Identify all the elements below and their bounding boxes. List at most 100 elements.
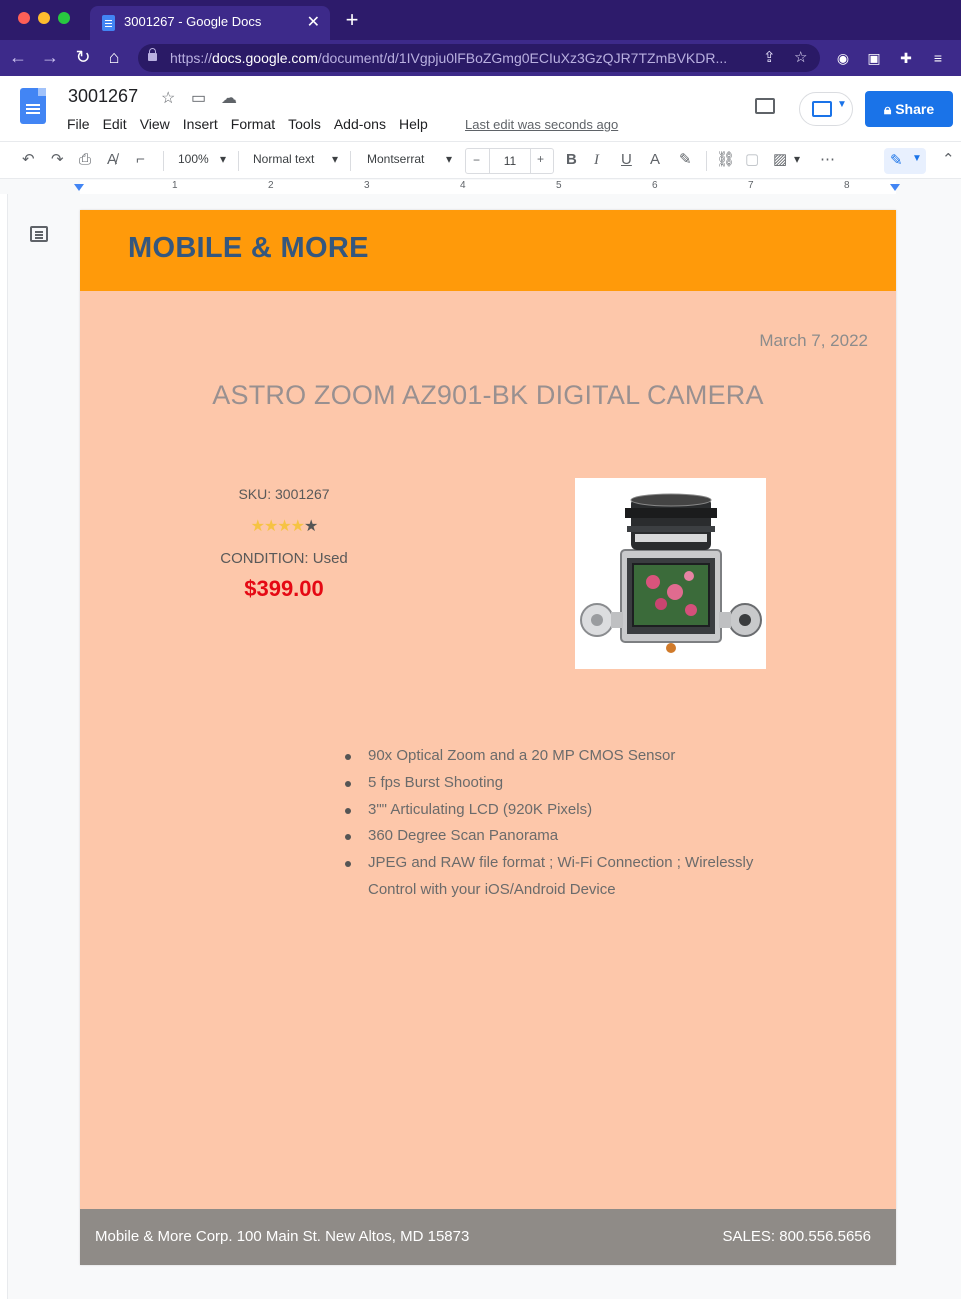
spellcheck-icon[interactable]: A̸ [107,150,117,170]
list-item: 3"" Articulating LCD (920K Pixels) [343,797,803,824]
list-item: 360 Degree Scan Panorama [343,823,803,850]
redo-icon[interactable]: ↷ [51,150,64,170]
star-rating: ★★★★★ [184,516,384,536]
extensions-puzzle-icon[interactable]: ✚ [896,48,916,68]
url-text: https://docs.google.com/document/d/1IVgp… [170,50,728,66]
chevron-down-icon: ▼ [912,153,922,164]
more-options-icon[interactable]: ⋯ [820,150,835,170]
vertical-ruler [0,194,8,1299]
horizontal-ruler: 1 2 3 4 5 6 7 8 [0,180,961,194]
font-select[interactable]: Montserrat [367,152,424,166]
font-size-input[interactable]: 11 [489,149,531,173]
present-icon [812,101,832,117]
menu-format[interactable]: Format [231,116,275,132]
url-field[interactable]: https://docs.google.com/document/d/1IVgp… [138,44,820,72]
comment-add-icon[interactable]: ▢ [745,150,759,170]
undo-icon[interactable]: ↶ [22,150,35,170]
editing-mode-button[interactable]: ✎ ▼ [884,148,926,174]
google-docs-logo-icon[interactable] [20,88,46,124]
close-window-button[interactable] [18,12,30,24]
docs-header: 3001267 ☆ ▭ ☁ File Edit View Insert Form… [0,76,961,141]
menu-bar: File Edit View Insert Format Tools Add-o… [67,116,441,132]
text-color-icon[interactable]: A [650,150,660,170]
lock-icon: 🔒︎ [883,101,896,117]
ruler-number: 5 [556,180,562,191]
chevron-down-icon: ▾ [220,152,227,166]
ruler-number: 3 [364,180,370,191]
italic-icon[interactable]: I [594,150,599,170]
new-tab-button[interactable]: + [340,6,364,34]
bookmark-star-icon[interactable]: ☆ [794,48,807,66]
menu-help[interactable]: Help [399,116,428,132]
chevron-down-icon: ▾ [332,152,339,166]
pencil-icon: ✎ [890,152,903,169]
last-edit-link[interactable]: Last edit was seconds ago [465,117,618,132]
document-outline-icon[interactable] [30,226,48,242]
image-icon[interactable]: ▨ [773,150,787,170]
ruler-number: 4 [460,180,466,191]
ruler-number: 2 [268,180,274,191]
present-button[interactable]: ▼ [799,92,853,126]
sku-text: SKU: 3001267 [238,486,330,502]
menu-add-ons[interactable]: Add-ons [334,116,386,132]
underline-icon[interactable]: U [621,150,632,170]
brand-heading: MOBILE & MORE [128,232,369,264]
ruler-number: 1 [172,180,178,191]
reload-icon[interactable]: ↻ [72,46,94,68]
document-title[interactable]: 3001267 [68,86,138,107]
minimize-window-button[interactable] [38,12,50,24]
move-folder-icon[interactable]: ▭ [191,88,206,108]
feature-list: 90x Optical Zoom and a 20 MP CMOS Sensor… [343,743,803,904]
condition-text: CONDITION: Used [220,550,348,567]
chevron-down-icon: ▾ [794,152,801,166]
hide-menus-chevron-up-icon[interactable]: ⌃ [942,150,955,170]
document-page[interactable]: MOBILE & MORE March 7, 2022 ASTRO ZOOM A… [80,210,896,1265]
maximize-window-button[interactable] [58,12,70,24]
menu-insert[interactable]: Insert [183,116,218,132]
browser-tab-bar: 3001267 - Google Docs ✕ + [0,0,961,40]
extension-grammarly-icon[interactable]: ◉ [833,48,853,68]
comments-icon[interactable] [755,98,775,114]
share-button[interactable]: 🔒︎ Share [865,91,953,127]
star-icon[interactable]: ☆ [161,88,175,108]
cloud-saved-icon[interactable]: ☁ [221,88,237,108]
page-footer-band: Mobile & More Corp. 100 Main St. New Alt… [80,1209,896,1265]
list-item: JPEG and RAW file format ; Wi-Fi Connect… [343,850,803,904]
menu-edit[interactable]: Edit [103,116,127,132]
zoom-select[interactable]: 100% [178,152,209,166]
ruler-number: 7 [748,180,754,191]
increase-font-size-button[interactable]: + [537,152,544,166]
link-icon[interactable]: ⛓ [716,150,735,170]
menu-tools[interactable]: Tools [288,116,321,132]
star-filled-icon: ★★★★ [250,518,305,535]
home-icon[interactable]: ⌂ [103,46,125,68]
list-item: 5 fps Burst Shooting [343,770,803,797]
right-indent-marker[interactable] [890,184,900,191]
document-date: March 7, 2022 [759,331,868,350]
camera-product-image[interactable] [575,478,766,669]
tab-title: 3001267 - Google Docs [124,14,262,29]
paragraph-style-select[interactable]: Normal text [253,152,314,166]
bold-icon[interactable]: B [566,150,577,170]
decrease-font-size-button[interactable]: − [473,153,480,167]
chevron-down-icon: ▾ [446,152,453,166]
camera-illustration [580,493,762,653]
menu-file[interactable]: File [67,116,90,132]
back-arrow-icon[interactable]: ← [7,46,29,68]
left-indent-marker[interactable] [74,184,84,191]
tab-close-icon[interactable]: ✕ [307,12,320,32]
print-icon[interactable]: ⎙ [79,150,91,170]
highlight-icon[interactable]: ✎ [679,150,692,170]
list-item: 90x Optical Zoom and a 20 MP CMOS Sensor [343,743,803,770]
product-title: ASTRO ZOOM AZ901-BK DIGITAL CAMERA [212,380,764,410]
forward-arrow-icon[interactable]: → [39,46,61,68]
browser-tab[interactable]: 3001267 - Google Docs ✕ [90,6,330,40]
share-label: Share [895,101,935,117]
menu-view[interactable]: View [140,116,170,132]
extension-owl-icon[interactable]: ▣ [864,48,884,68]
price-text: $399.00 [244,576,324,601]
reading-list-icon[interactable]: ≡ [928,48,948,68]
paint-format-icon[interactable]: ⌐ [136,150,145,170]
editing-toolbar: ↶ ↷ ⎙ A̸ ⌐ 100% ▾ Normal text ▾ Montserr… [0,141,961,179]
share-page-icon[interactable]: ⇪ [763,48,776,66]
